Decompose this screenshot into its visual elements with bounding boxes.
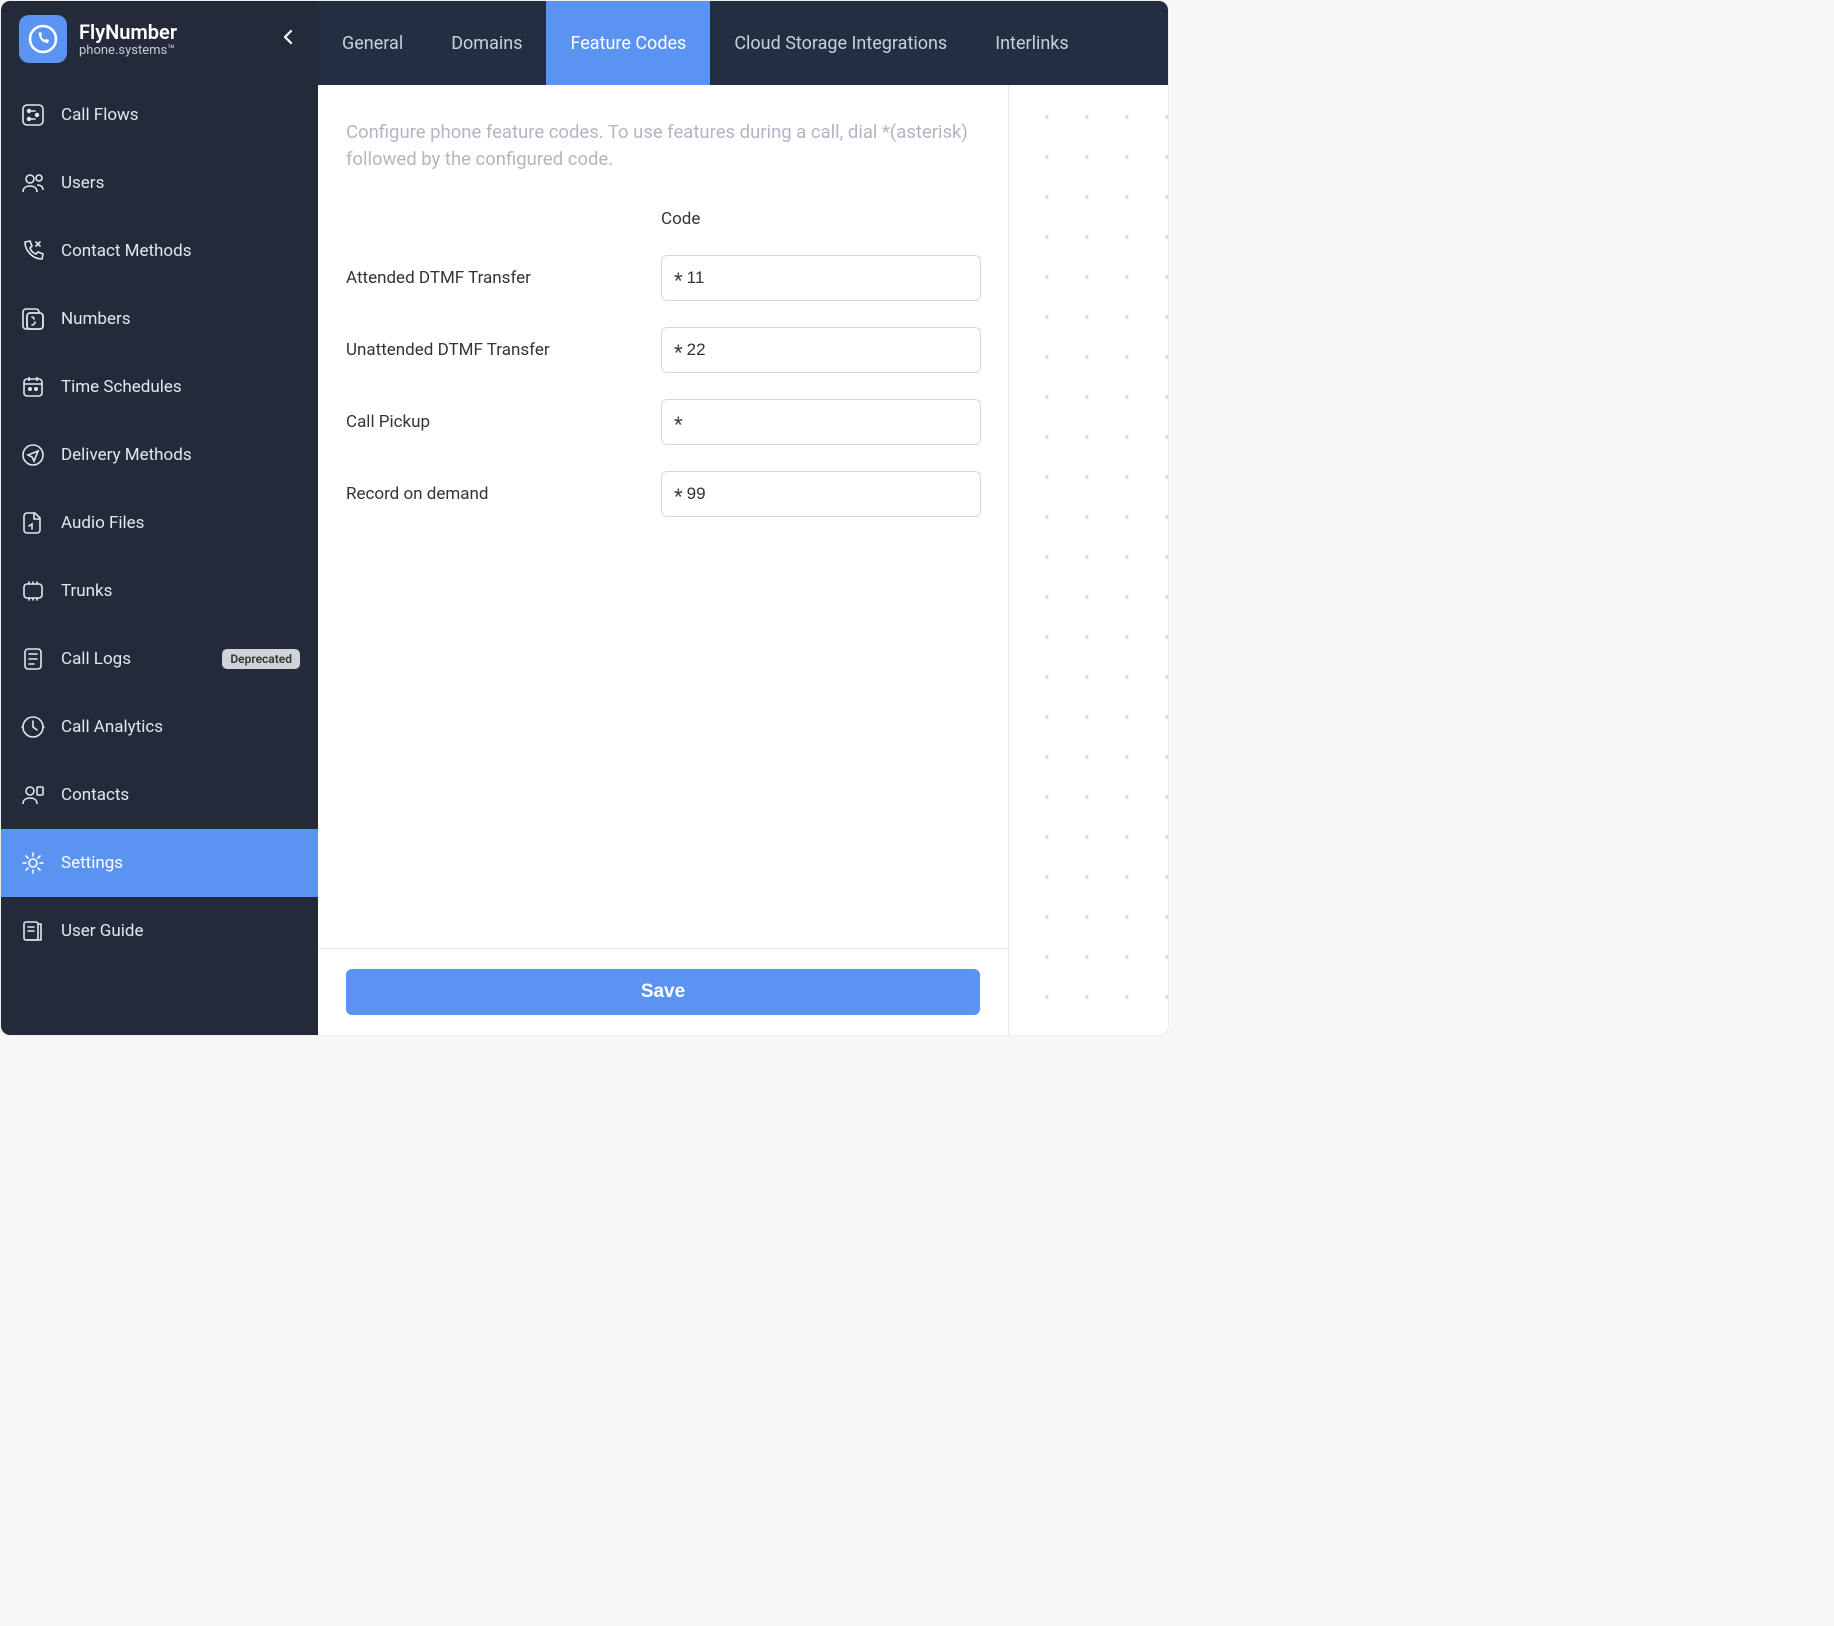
sidebar-item-label: Call Analytics — [61, 717, 300, 737]
analytics-icon — [19, 714, 47, 740]
trunk-icon — [19, 578, 47, 604]
sidebar-item-call-analytics[interactable]: Call Analytics — [1, 693, 318, 761]
code-input-attended-transfer[interactable] — [687, 268, 968, 288]
sidebar-item-time-schedules[interactable]: Time Schedules — [1, 353, 318, 421]
asterisk-prefix: * — [674, 412, 683, 436]
sidebar-item-delivery-methods[interactable]: Delivery Methods — [1, 421, 318, 489]
sidebar-item-call-flows[interactable]: Call Flows — [1, 81, 318, 149]
numbers-icon — [19, 306, 47, 332]
row-label-record-on-demand: Record on demand — [346, 484, 661, 504]
right-dotted-panel — [1008, 85, 1168, 1035]
code-field-attended-transfer[interactable]: * — [661, 255, 981, 301]
sidebar-item-audio-files[interactable]: Audio Files — [1, 489, 318, 557]
tab-domains[interactable]: Domains — [427, 1, 546, 85]
asterisk-prefix: * — [674, 484, 683, 508]
tabs-bar: General Domains Feature Codes Cloud Stor… — [318, 1, 1168, 85]
sidebar-item-users[interactable]: Users — [1, 149, 318, 217]
sidebar-item-label: Time Schedules — [61, 377, 300, 397]
brand-logo-icon — [19, 15, 67, 63]
code-column-header: Code — [661, 209, 981, 229]
save-button[interactable]: Save — [346, 969, 980, 1015]
sidebar-item-numbers[interactable]: Numbers — [1, 285, 318, 353]
main-area: General Domains Feature Codes Cloud Stor… — [318, 1, 1168, 1035]
code-input-call-pickup[interactable] — [687, 412, 968, 432]
brand-subtitle: phone.systems™ — [79, 43, 262, 58]
gear-icon — [19, 850, 47, 876]
code-input-unattended-transfer[interactable] — [687, 340, 968, 360]
code-field-record-on-demand[interactable]: * — [661, 471, 981, 517]
flow-icon — [19, 102, 47, 128]
log-icon — [19, 646, 47, 672]
row-label-attended-transfer: Attended DTMF Transfer — [346, 268, 661, 288]
sidebar-collapse-button[interactable] — [274, 28, 302, 51]
sidebar-item-call-logs[interactable]: Call Logs Deprecated — [1, 625, 318, 693]
sidebar-nav: Call Flows Users Contact Methods Numbers — [1, 73, 318, 1035]
tab-general[interactable]: General — [318, 1, 427, 85]
tab-cloud-storage-integrations[interactable]: Cloud Storage Integrations — [710, 1, 971, 85]
sidebar: FlyNumber phone.systems™ Call Flows User… — [1, 1, 318, 1035]
sidebar-item-label: Users — [61, 173, 300, 193]
sidebar-item-trunks[interactable]: Trunks — [1, 557, 318, 625]
brand-text: FlyNumber phone.systems™ — [79, 21, 262, 58]
app-root: FlyNumber phone.systems™ Call Flows User… — [0, 0, 1169, 1036]
audio-file-icon — [19, 510, 47, 536]
code-field-unattended-transfer[interactable]: * — [661, 327, 981, 373]
sidebar-item-label: Delivery Methods — [61, 445, 300, 465]
sidebar-item-user-guide[interactable]: User Guide — [1, 897, 318, 965]
tab-interlinks[interactable]: Interlinks — [971, 1, 1092, 85]
sidebar-item-label: Contacts — [61, 785, 300, 805]
brand-title: FlyNumber — [79, 21, 262, 43]
code-field-call-pickup[interactable]: * — [661, 399, 981, 445]
phone-forward-icon — [19, 238, 47, 264]
asterisk-prefix: * — [674, 268, 683, 292]
sidebar-header: FlyNumber phone.systems™ — [1, 1, 318, 73]
sidebar-item-label: Audio Files — [61, 513, 300, 533]
calendar-icon — [19, 374, 47, 400]
users-icon — [19, 170, 47, 196]
sidebar-item-label: Call Flows — [61, 105, 300, 125]
sidebar-item-label: User Guide — [61, 921, 300, 941]
sidebar-item-label: Numbers — [61, 309, 300, 329]
sidebar-item-settings[interactable]: Settings — [1, 829, 318, 897]
sidebar-item-label: Contact Methods — [61, 241, 300, 261]
content-wrapper: Configure phone feature codes. To use fe… — [318, 85, 1168, 1035]
sidebar-item-contacts[interactable]: Contacts — [1, 761, 318, 829]
sidebar-item-label: Settings — [61, 853, 300, 873]
contacts-icon — [19, 782, 47, 808]
footer-bar: Save — [318, 948, 1008, 1035]
row-label-call-pickup: Call Pickup — [346, 412, 661, 432]
content: Configure phone feature codes. To use fe… — [318, 85, 1008, 1035]
sidebar-item-contact-methods[interactable]: Contact Methods — [1, 217, 318, 285]
guide-icon — [19, 918, 47, 944]
feature-codes-form: Code Attended DTMF Transfer * Unattended… — [346, 209, 980, 517]
sidebar-item-label: Trunks — [61, 581, 300, 601]
deprecated-badge: Deprecated — [222, 649, 300, 669]
asterisk-prefix: * — [674, 340, 683, 364]
sidebar-item-label: Call Logs — [61, 649, 208, 669]
row-label-unattended-transfer: Unattended DTMF Transfer — [346, 340, 661, 360]
code-input-record-on-demand[interactable] — [687, 484, 968, 504]
tab-feature-codes[interactable]: Feature Codes — [546, 1, 710, 85]
page-description: Configure phone feature codes. To use fe… — [346, 119, 980, 173]
send-icon — [19, 442, 47, 468]
